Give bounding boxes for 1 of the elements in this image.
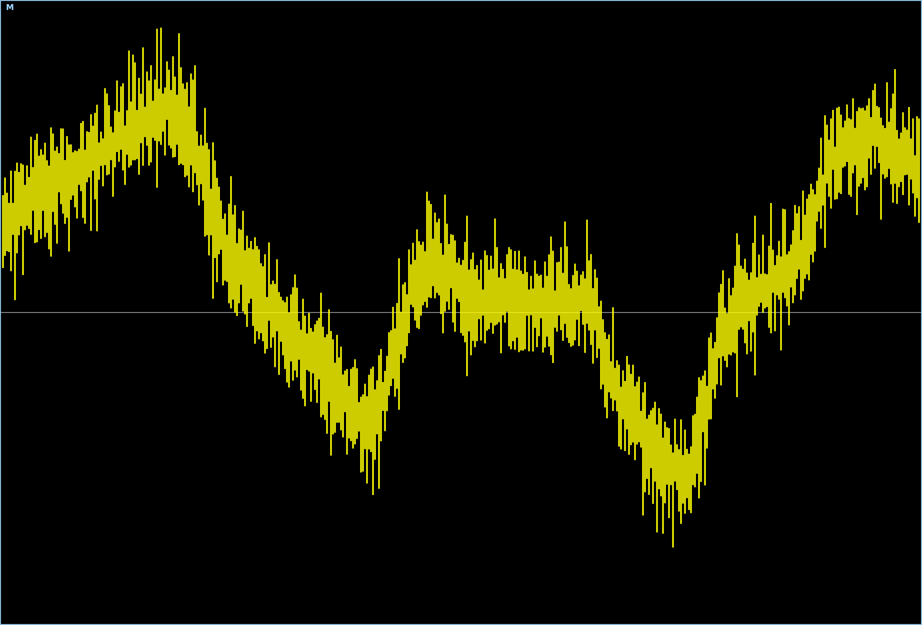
- channel-label: M: [6, 4, 14, 12]
